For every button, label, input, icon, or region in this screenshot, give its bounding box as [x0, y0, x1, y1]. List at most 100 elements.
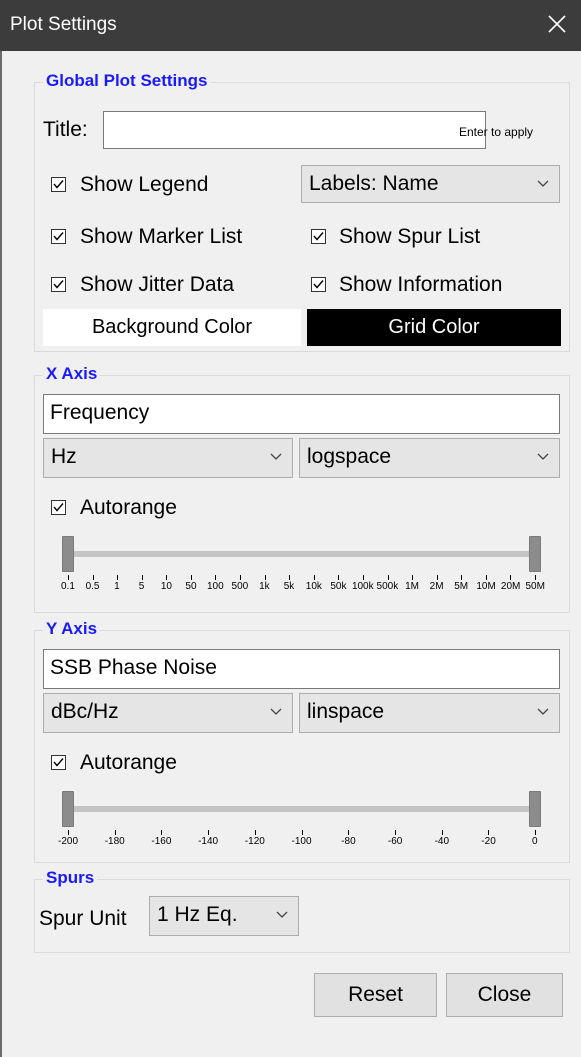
grid-color-button[interactable]: Grid Color	[307, 309, 561, 346]
y-slider-tick-label: -80	[341, 836, 356, 847]
y-slider-tick-label: -120	[244, 836, 265, 847]
window-title: Plot Settings	[10, 14, 117, 35]
x-slider-track	[68, 551, 538, 557]
x-slider-tick-label: 50	[185, 581, 197, 592]
show-information-label: Show Information	[339, 273, 503, 296]
x-slider-tick-mark	[68, 575, 69, 580]
x-slider-tick-label: 20M	[500, 581, 521, 592]
reset-button[interactable]: Reset	[314, 973, 437, 1017]
x-slider-tick-label: 5k	[283, 581, 295, 592]
y-range-slider[interactable]: -200 -180 -160 -140 -120 -100 -80 -60 -40 -20 0	[35, 786, 569, 856]
y-slider-tick-mark	[68, 830, 69, 835]
title-label: Title:	[43, 118, 88, 141]
y-unit-select[interactable]: dBc/Hz	[43, 693, 293, 733]
y-slider-tick-mark	[394, 830, 396, 835]
y-slider-max-handle[interactable]	[529, 791, 541, 827]
y-slider-tick-mark	[301, 830, 303, 835]
x-slider-tick-label: 10k	[305, 581, 322, 592]
chevron-down-icon	[270, 453, 282, 460]
show-spur-list-label: Show Spur List	[339, 225, 481, 248]
x-slider-tick-label: 1M	[405, 581, 419, 592]
x-slider-tick-mark	[313, 575, 315, 580]
group-title-x-axis: X Axis	[43, 364, 101, 384]
labels-select-value: Labels: Name	[309, 172, 439, 195]
show-legend-checkbox[interactable]	[51, 177, 66, 192]
x-slider-tick-label: 10M	[476, 581, 496, 592]
spur-unit-value: 1 Hz Eq.	[157, 903, 238, 926]
x-slider-tick-label: 1k	[259, 581, 270, 592]
show-spur-list-checkbox[interactable]	[311, 229, 326, 244]
close-button[interactable]: Close	[446, 973, 563, 1017]
x-slider-tick-mark	[535, 575, 536, 580]
x-unit-select[interactable]: Hz	[43, 438, 293, 478]
x-slider-tick-mark	[166, 575, 168, 580]
x-range-slider[interactable]: 0.1 0.5 1 5 10 50 100 500 1k 5k 10k 50k 100k 500k 1M 2M…	[35, 531, 569, 601]
y-slider-tick-label: -180	[104, 836, 125, 847]
title-input[interactable]	[103, 111, 486, 149]
y-slider-tick-mark	[161, 830, 163, 835]
x-slider-tick-label: 5	[138, 581, 145, 592]
y-slider-tick-mark	[441, 830, 443, 835]
y-slider-min-handle[interactable]	[62, 791, 74, 827]
x-slider-tick-label: 100k	[351, 581, 374, 592]
y-autorange-checkbox[interactable]	[51, 755, 66, 770]
show-jitter-data-checkbox[interactable]	[51, 277, 66, 292]
y-spacing-select[interactable]: linspace	[299, 693, 560, 733]
y-slider-tick-mark	[114, 830, 116, 835]
x-slider-tick-label: 50M	[525, 581, 545, 592]
background-color-button[interactable]: Background Color	[43, 309, 301, 346]
x-slider-tick-label: 100	[206, 581, 224, 592]
y-slider-tick-label: -200	[58, 836, 79, 847]
x-slider-tick-mark	[510, 575, 512, 580]
x-slider-tick-label: 10	[160, 581, 172, 592]
x-slider-tick-mark	[387, 575, 389, 580]
y-slider-tick-label: -100	[291, 836, 312, 847]
y-slider-tick-label: -20	[481, 836, 496, 847]
spur-unit-select[interactable]: 1 Hz Eq.	[149, 896, 299, 936]
group-title-spurs: Spurs	[43, 868, 98, 888]
y-slider-tick-mark	[348, 830, 350, 835]
x-autorange-checkbox[interactable]	[51, 500, 66, 515]
y-slider-tick-mark	[208, 830, 210, 835]
x-slider-tick-mark	[92, 575, 94, 580]
x-slider-tick-mark	[485, 575, 487, 580]
x-slider-tick-mark	[436, 575, 438, 580]
x-axis-label-input[interactable]: Frequency	[43, 394, 560, 434]
chevron-down-icon	[537, 453, 549, 460]
y-axis-label-input[interactable]: SSB Phase Noise	[43, 649, 560, 689]
labels-select[interactable]: Labels: Name	[301, 165, 560, 203]
chevron-down-icon	[276, 911, 288, 918]
x-slider-min-handle[interactable]	[62, 536, 74, 572]
window-left-border	[0, 51, 2, 1057]
y-slider-tick-mark	[254, 830, 256, 835]
y-autorange-label: Autorange	[80, 751, 177, 774]
show-information-checkbox[interactable]	[311, 277, 326, 292]
x-slider-tick-mark	[240, 575, 242, 580]
x-slider-tick-mark	[190, 575, 192, 580]
y-slider-tick-mark	[488, 830, 490, 835]
show-marker-list-checkbox[interactable]	[51, 229, 66, 244]
y-slider-tick-label: -40	[434, 836, 450, 847]
y-slider-tick-label: -160	[151, 836, 172, 847]
y-axis-group: Y Axis SSB Phase Noise dBc/Hz linspace A…	[34, 619, 570, 863]
x-slider-tick-label: 50k	[330, 581, 347, 592]
enter-to-apply-hint: Enter to apply	[459, 125, 534, 139]
group-title-global: Global Plot Settings	[43, 71, 211, 91]
x-spacing-select[interactable]: logspace	[299, 438, 560, 478]
spurs-group: Spurs Spur Unit 1 Hz Eq.	[34, 868, 570, 953]
show-jitter-data-label: Show Jitter Data	[80, 273, 235, 296]
x-slider-tick-mark	[338, 575, 340, 580]
y-slider-track	[68, 806, 538, 812]
x-slider-tick-label: 0.1	[61, 581, 75, 592]
y-slider-tick-label: -140	[198, 836, 219, 847]
x-slider-tick-mark	[362, 575, 364, 580]
show-marker-list-label: Show Marker List	[80, 225, 243, 248]
x-axis-group: X Axis Frequency Hz logspace Autorange 0…	[34, 364, 570, 613]
close-window-icon[interactable]	[535, 0, 581, 51]
chevron-down-icon	[270, 708, 282, 715]
x-spacing-value: logspace	[307, 445, 392, 468]
x-slider-tick-label: 2M	[429, 581, 444, 592]
x-slider-tick-mark	[215, 575, 217, 580]
x-slider-max-handle[interactable]	[529, 536, 541, 572]
x-slider-tick-mark	[264, 575, 266, 580]
